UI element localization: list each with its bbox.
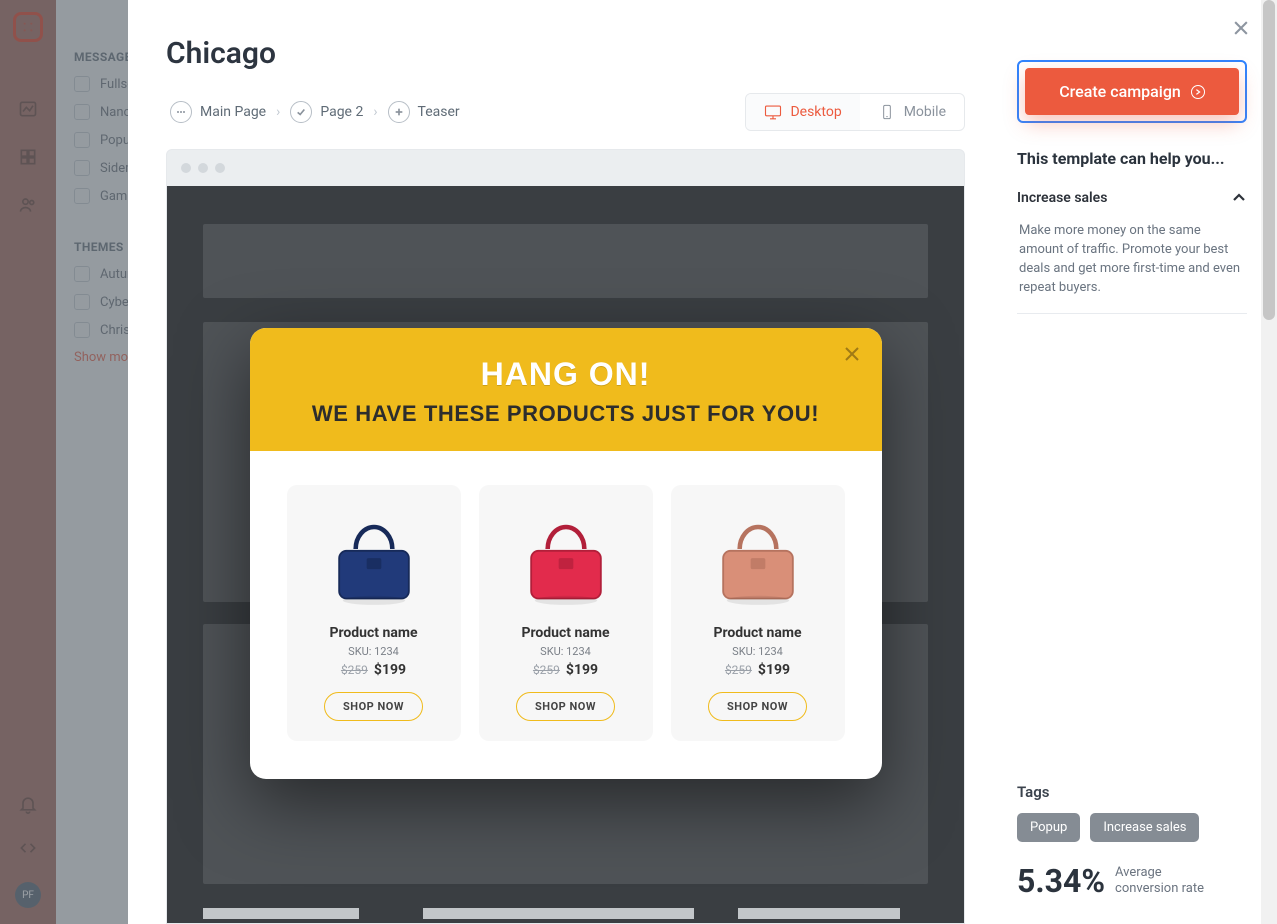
create-campaign-button[interactable]: Create campaign: [1025, 68, 1239, 115]
accordion-body: Make more money on the same amount of tr…: [1017, 212, 1247, 314]
page-scrollbar[interactable]: [1261, 0, 1277, 924]
tag-chip[interactable]: Increase sales: [1090, 813, 1199, 842]
device-mobile-tab[interactable]: Mobile: [860, 94, 964, 130]
product-image: [511, 497, 621, 615]
template-detail-modal: Chicago Main Page › Page 2: [128, 0, 1277, 924]
product-image: [319, 497, 429, 615]
breadcrumb-teaser[interactable]: Teaser: [384, 99, 464, 125]
product-image: [703, 497, 813, 615]
product-card: Product name SKU: 1234 $259$199 SHOP NOW: [671, 485, 845, 741]
close-icon[interactable]: [1231, 18, 1251, 42]
tag-chip[interactable]: Popup: [1017, 813, 1080, 842]
product-card: Product name SKU: 1234 $259$199 SHOP NOW: [479, 485, 653, 741]
window-dot-icon: [198, 163, 208, 173]
product-name: Product name: [713, 625, 801, 641]
breadcrumb-main[interactable]: Main Page: [166, 99, 270, 125]
popup-subheadline: WE HAVE THESE PRODUCTS JUST FOR YOU!: [274, 401, 858, 427]
popup-close-icon[interactable]: [842, 344, 862, 364]
breadcrumb-page2[interactable]: Page 2: [286, 99, 367, 125]
shop-now-button[interactable]: SHOP NOW: [516, 692, 615, 721]
breadcrumb: Main Page › Page 2 › Teaser: [166, 99, 464, 125]
plus-icon: [388, 101, 410, 123]
shop-now-button[interactable]: SHOP NOW: [324, 692, 423, 721]
page-title: Chicago: [166, 36, 965, 71]
help-heading: This template can help you...: [1017, 149, 1247, 168]
product-card: Product name SKU: 1234 $259$199 SHOP NOW: [287, 485, 461, 741]
chevron-right-icon: ›: [276, 104, 280, 120]
tags-heading: Tags: [1017, 783, 1247, 801]
accordion-increase-sales[interactable]: Increase sales: [1017, 190, 1247, 212]
product-sku: SKU: 1234: [348, 645, 399, 658]
template-preview: HANG ON! WE HAVE THESE PRODUCTS JUST FOR…: [166, 149, 965, 924]
chevron-up-icon: [1231, 190, 1247, 206]
arrow-ring-icon: [1191, 85, 1205, 99]
window-dot-icon: [181, 163, 191, 173]
dots-icon: [170, 101, 192, 123]
conversion-metric: 5.34% Averageconversion rate: [1017, 862, 1247, 900]
create-campaign-highlight: Create campaign: [1017, 60, 1247, 123]
popup-headline: HANG ON!: [274, 356, 858, 393]
product-price: $259$199: [533, 662, 598, 678]
mobile-icon: [878, 104, 896, 120]
device-desktop-tab[interactable]: Desktop: [746, 94, 859, 130]
chevron-right-icon: ›: [373, 104, 377, 120]
product-name: Product name: [329, 625, 417, 641]
product-price: $259$199: [725, 662, 790, 678]
product-price: $259$199: [341, 662, 406, 678]
desktop-icon: [764, 104, 782, 120]
popup-preview: HANG ON! WE HAVE THESE PRODUCTS JUST FOR…: [250, 328, 882, 779]
shop-now-button[interactable]: SHOP NOW: [708, 692, 807, 721]
device-toggle: Desktop Mobile: [745, 93, 965, 131]
product-sku: SKU: 1234: [540, 645, 591, 658]
product-sku: SKU: 1234: [732, 645, 783, 658]
check-icon: [290, 101, 312, 123]
product-name: Product name: [521, 625, 609, 641]
window-dot-icon: [215, 163, 225, 173]
